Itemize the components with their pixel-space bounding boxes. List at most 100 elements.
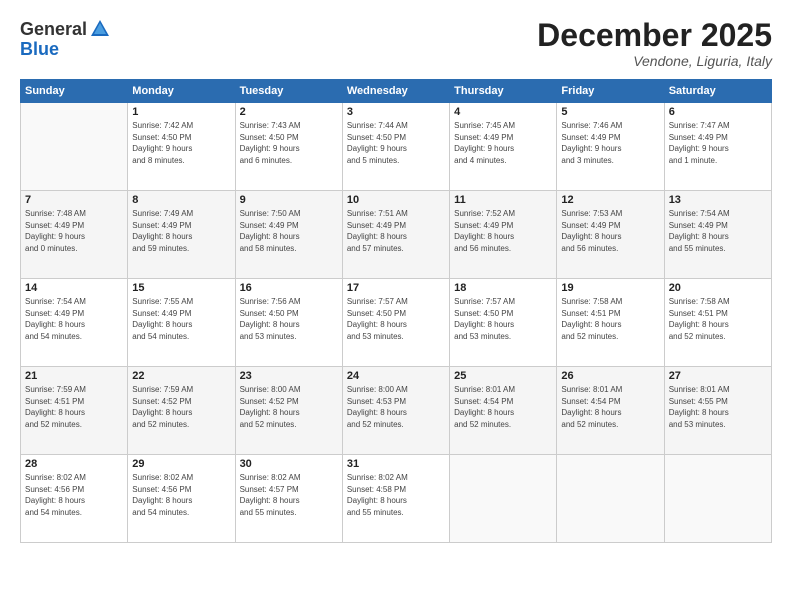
- calendar-row: 1 Sunrise: 7:42 AM Sunset: 4:50 PM Daylig…: [21, 103, 772, 191]
- day-number: 26: [561, 370, 659, 382]
- day-number: 4: [454, 106, 552, 118]
- day-number: 17: [347, 282, 445, 294]
- table-row: [664, 455, 771, 543]
- table-row: 6 Sunrise: 7:47 AM Sunset: 4:49 PM Daylig…: [664, 103, 771, 191]
- day-info: Sunrise: 8:01 AM Sunset: 4:54 PM Dayligh…: [454, 384, 552, 430]
- table-row: 20 Sunrise: 7:58 AM Sunset: 4:51 PM Dayli…: [664, 279, 771, 367]
- header-sunday: Sunday: [21, 80, 128, 103]
- day-info: Sunrise: 7:55 AM Sunset: 4:49 PM Dayligh…: [132, 296, 230, 342]
- day-number: 15: [132, 282, 230, 294]
- day-number: 2: [240, 106, 338, 118]
- day-number: 28: [25, 458, 123, 470]
- table-row: [557, 455, 664, 543]
- day-info: Sunrise: 8:00 AM Sunset: 4:53 PM Dayligh…: [347, 384, 445, 430]
- day-number: 30: [240, 458, 338, 470]
- day-info: Sunrise: 7:44 AM Sunset: 4:50 PM Dayligh…: [347, 120, 445, 166]
- table-row: 18Sunrise: 7:57 AM Sunset: 4:50 PM Dayli…: [450, 279, 557, 367]
- day-number: 3: [347, 106, 445, 118]
- day-number: 1: [132, 106, 230, 118]
- day-info: Sunrise: 7:59 AM Sunset: 4:51 PM Dayligh…: [25, 384, 123, 430]
- day-number: 16: [240, 282, 338, 294]
- day-number: 27: [669, 370, 767, 382]
- day-number: 20: [669, 282, 767, 294]
- header-friday: Friday: [557, 80, 664, 103]
- day-info: Sunrise: 7:43 AM Sunset: 4:50 PM Dayligh…: [240, 120, 338, 166]
- day-number: 12: [561, 194, 659, 206]
- table-row: 26Sunrise: 8:01 AM Sunset: 4:54 PM Dayli…: [557, 367, 664, 455]
- day-info: Sunrise: 7:57 AM Sunset: 4:50 PM Dayligh…: [454, 296, 552, 342]
- calendar-row: 28 Sunrise: 8:02 AM Sunset: 4:56 PM Dayli…: [21, 455, 772, 543]
- day-number: 23: [240, 370, 338, 382]
- page: General Blue December 2025 Vendone, Ligu…: [0, 0, 792, 612]
- table-row: 7 Sunrise: 7:48 AM Sunset: 4:49 PM Daylig…: [21, 191, 128, 279]
- day-number: 9: [240, 194, 338, 206]
- table-row: 19Sunrise: 7:58 AM Sunset: 4:51 PM Dayli…: [557, 279, 664, 367]
- day-info: Sunrise: 7:54 AM Sunset: 4:49 PM Dayligh…: [669, 208, 767, 254]
- table-row: 9 Sunrise: 7:50 AM Sunset: 4:49 PM Daylig…: [235, 191, 342, 279]
- day-info: Sunrise: 7:48 AM Sunset: 4:49 PM Dayligh…: [25, 208, 123, 254]
- table-row: 27 Sunrise: 8:01 AM Sunset: 4:55 PM Dayli…: [664, 367, 771, 455]
- table-row: 17 Sunrise: 7:57 AM Sunset: 4:50 PM Dayli…: [342, 279, 449, 367]
- header-wednesday: Wednesday: [342, 80, 449, 103]
- day-number: 13: [669, 194, 767, 206]
- day-info: Sunrise: 7:46 AM Sunset: 4:49 PM Dayligh…: [561, 120, 659, 166]
- day-number: 31: [347, 458, 445, 470]
- day-info: Sunrise: 8:02 AM Sunset: 4:56 PM Dayligh…: [132, 472, 230, 518]
- day-info: Sunrise: 8:02 AM Sunset: 4:56 PM Dayligh…: [25, 472, 123, 518]
- day-number: 25: [454, 370, 552, 382]
- header-tuesday: Tuesday: [235, 80, 342, 103]
- header-saturday: Saturday: [664, 80, 771, 103]
- table-row: 29 Sunrise: 8:02 AM Sunset: 4:56 PM Dayli…: [128, 455, 235, 543]
- calendar-row: 21 Sunrise: 7:59 AM Sunset: 4:51 PM Dayli…: [21, 367, 772, 455]
- header: General Blue December 2025 Vendone, Ligu…: [20, 18, 772, 69]
- day-info: Sunrise: 7:47 AM Sunset: 4:49 PM Dayligh…: [669, 120, 767, 166]
- day-number: 29: [132, 458, 230, 470]
- header-thursday: Thursday: [450, 80, 557, 103]
- day-number: 11: [454, 194, 552, 206]
- table-row: 3 Sunrise: 7:44 AM Sunset: 4:50 PM Daylig…: [342, 103, 449, 191]
- table-row: 31 Sunrise: 8:02 AM Sunset: 4:58 PM Dayli…: [342, 455, 449, 543]
- table-row: 15 Sunrise: 7:55 AM Sunset: 4:49 PM Dayli…: [128, 279, 235, 367]
- calendar-row: 14 Sunrise: 7:54 AM Sunset: 4:49 PM Dayli…: [21, 279, 772, 367]
- day-number: 6: [669, 106, 767, 118]
- location: Vendone, Liguria, Italy: [537, 53, 772, 69]
- day-number: 8: [132, 194, 230, 206]
- table-row: 14 Sunrise: 7:54 AM Sunset: 4:49 PM Dayli…: [21, 279, 128, 367]
- day-info: Sunrise: 7:54 AM Sunset: 4:49 PM Dayligh…: [25, 296, 123, 342]
- table-row: 1 Sunrise: 7:42 AM Sunset: 4:50 PM Daylig…: [128, 103, 235, 191]
- day-info: Sunrise: 7:56 AM Sunset: 4:50 PM Dayligh…: [240, 296, 338, 342]
- table-row: 25 Sunrise: 8:01 AM Sunset: 4:54 PM Dayli…: [450, 367, 557, 455]
- logo: General Blue: [20, 18, 111, 58]
- table-row: [21, 103, 128, 191]
- month-title: December 2025: [537, 18, 772, 53]
- table-row: 22Sunrise: 7:59 AM Sunset: 4:52 PM Dayli…: [128, 367, 235, 455]
- day-info: Sunrise: 8:02 AM Sunset: 4:58 PM Dayligh…: [347, 472, 445, 518]
- day-info: Sunrise: 7:57 AM Sunset: 4:50 PM Dayligh…: [347, 296, 445, 342]
- table-row: 24Sunrise: 8:00 AM Sunset: 4:53 PM Dayli…: [342, 367, 449, 455]
- day-info: Sunrise: 7:52 AM Sunset: 4:49 PM Dayligh…: [454, 208, 552, 254]
- table-row: 2 Sunrise: 7:43 AM Sunset: 4:50 PM Daylig…: [235, 103, 342, 191]
- day-info: Sunrise: 7:49 AM Sunset: 4:49 PM Dayligh…: [132, 208, 230, 254]
- table-row: 8 Sunrise: 7:49 AM Sunset: 4:49 PM Daylig…: [128, 191, 235, 279]
- logo-general: General: [20, 20, 87, 38]
- calendar: Sunday Monday Tuesday Wednesday Thursday…: [20, 79, 772, 543]
- day-info: Sunrise: 7:42 AM Sunset: 4:50 PM Dayligh…: [132, 120, 230, 166]
- table-row: 4 Sunrise: 7:45 AM Sunset: 4:49 PM Daylig…: [450, 103, 557, 191]
- weekday-header-row: Sunday Monday Tuesday Wednesday Thursday…: [21, 80, 772, 103]
- calendar-row: 7 Sunrise: 7:48 AM Sunset: 4:49 PM Daylig…: [21, 191, 772, 279]
- table-row: [450, 455, 557, 543]
- day-number: 21: [25, 370, 123, 382]
- day-info: Sunrise: 7:58 AM Sunset: 4:51 PM Dayligh…: [669, 296, 767, 342]
- table-row: 16 Sunrise: 7:56 AM Sunset: 4:50 PM Dayli…: [235, 279, 342, 367]
- day-number: 14: [25, 282, 123, 294]
- day-info: Sunrise: 7:51 AM Sunset: 4:49 PM Dayligh…: [347, 208, 445, 254]
- day-info: Sunrise: 7:50 AM Sunset: 4:49 PM Dayligh…: [240, 208, 338, 254]
- table-row: 10 Sunrise: 7:51 AM Sunset: 4:49 PM Dayli…: [342, 191, 449, 279]
- table-row: 28 Sunrise: 8:02 AM Sunset: 4:56 PM Dayli…: [21, 455, 128, 543]
- table-row: 11 Sunrise: 7:52 AM Sunset: 4:49 PM Dayli…: [450, 191, 557, 279]
- day-info: Sunrise: 7:45 AM Sunset: 4:49 PM Dayligh…: [454, 120, 552, 166]
- day-info: Sunrise: 8:01 AM Sunset: 4:55 PM Dayligh…: [669, 384, 767, 430]
- day-number: 7: [25, 194, 123, 206]
- logo-icon: [89, 18, 111, 40]
- day-number: 10: [347, 194, 445, 206]
